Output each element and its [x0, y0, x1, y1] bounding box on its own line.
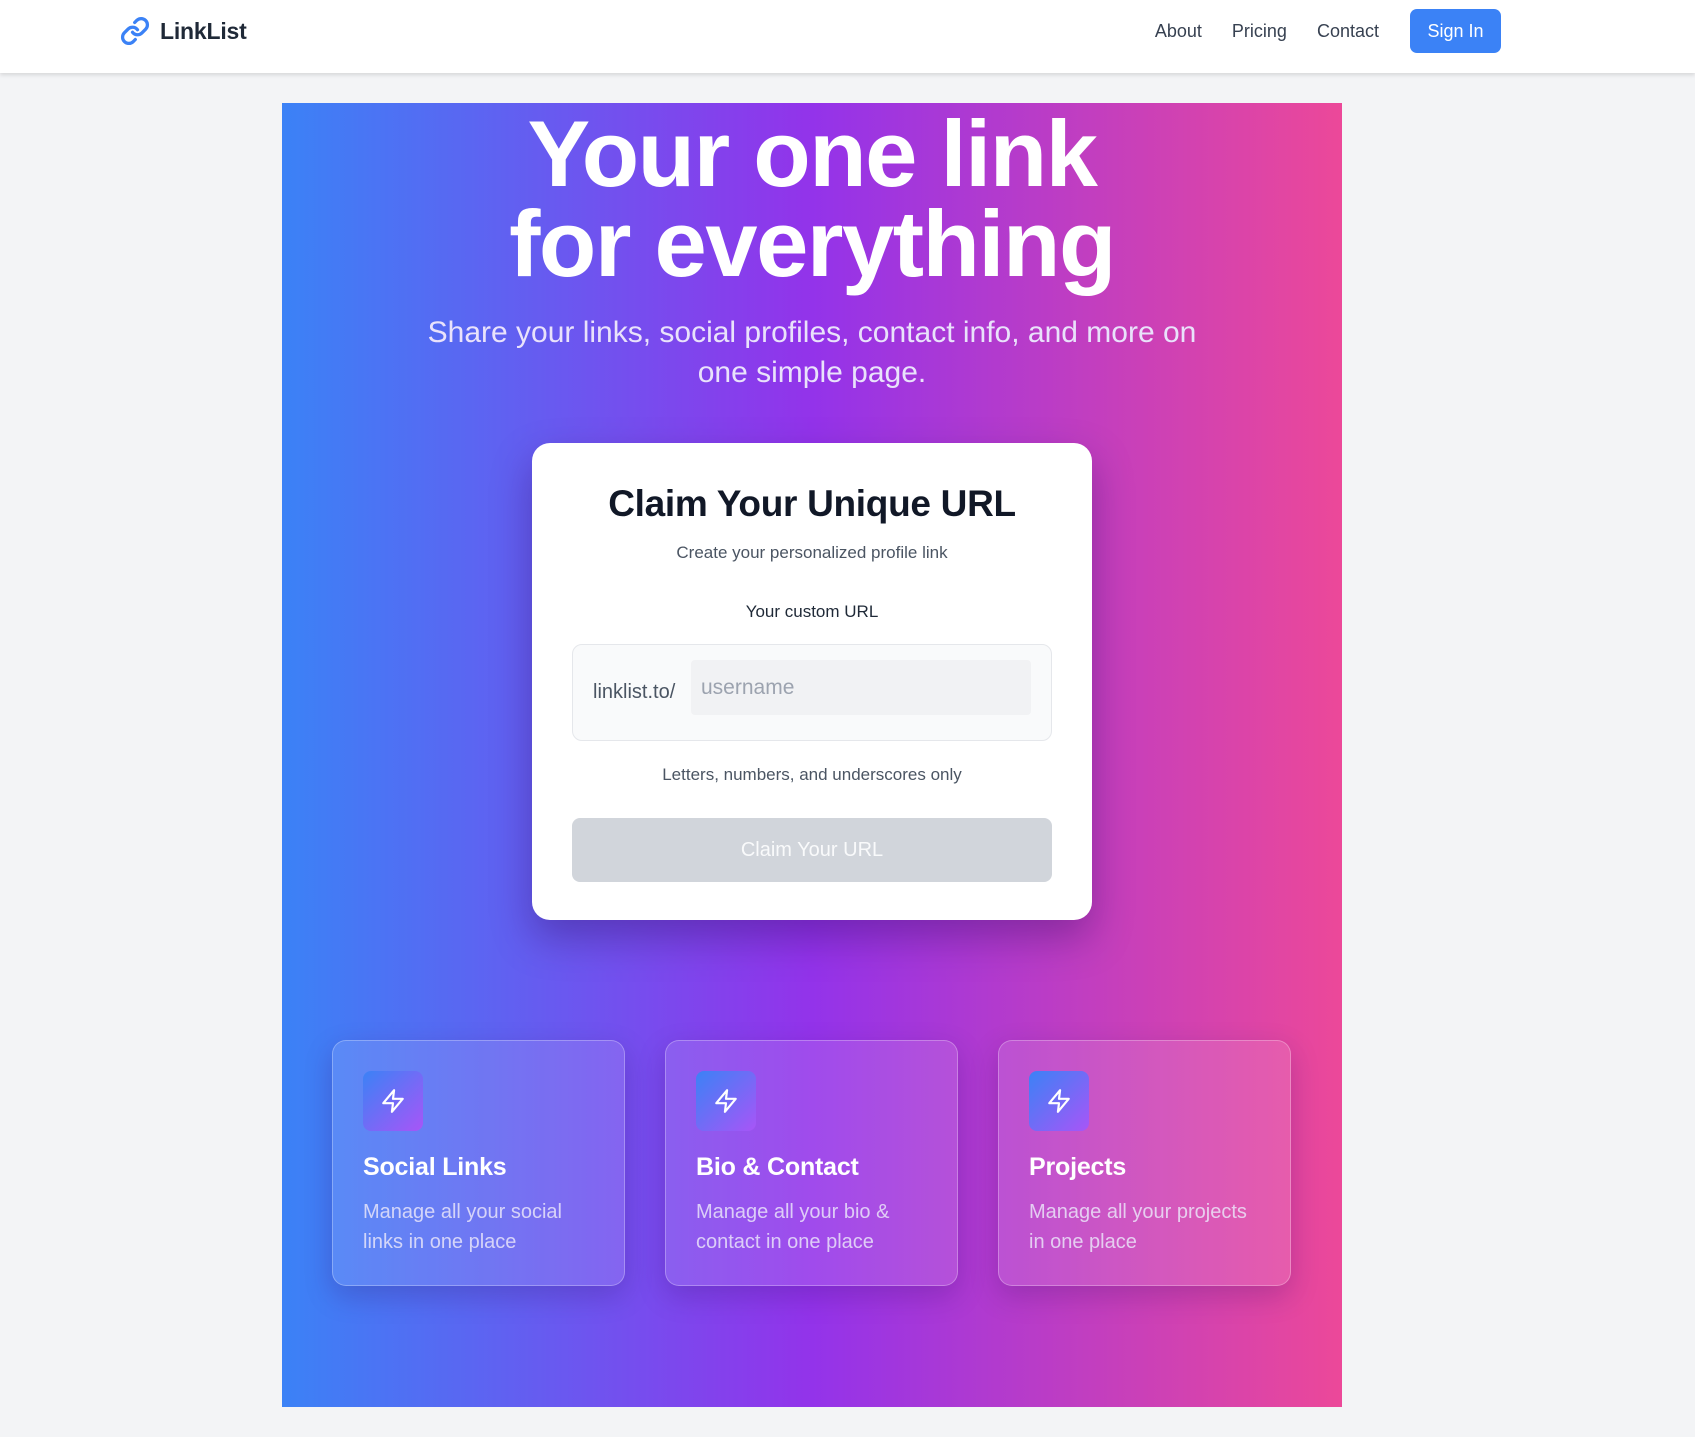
claim-url-button[interactable]: Claim Your URL [572, 818, 1052, 882]
feature-title: Projects [1029, 1153, 1127, 1181]
claim-card-title: Claim Your Unique URL [608, 483, 1016, 524]
feature-card-social-links: Social Links Manage all your social link… [332, 1040, 625, 1286]
feature-title: Social Links [363, 1153, 507, 1181]
navbar: LinkList About Pricing Contact Sign In [0, 0, 1695, 73]
feature-description: Manage all your bio & contact in one pla… [696, 1201, 890, 1253]
lightning-icon [696, 1071, 756, 1131]
url-prefix: linklist.to/ [593, 681, 676, 703]
lightning-icon [363, 1071, 423, 1131]
brand-name: LinkList [160, 17, 247, 44]
username-input[interactable] [691, 660, 1031, 715]
feature-card-bio-contact: Bio & Contact Manage all your bio & cont… [665, 1040, 958, 1286]
lightning-icon [1029, 1071, 1089, 1131]
url-input-group: linklist.to/ [572, 644, 1052, 741]
hero-subtitle: Share your links, social profiles, conta… [427, 316, 1197, 389]
nav-about-link[interactable]: About [1155, 21, 1202, 42]
feature-description: Manage all your projects in one place [1029, 1201, 1247, 1253]
hero-section: Your one link for everything Share your … [282, 103, 1342, 1407]
claim-card-subtitle: Create your personalized profile link [676, 543, 948, 562]
hero-title-line-2: for everything [509, 191, 1116, 296]
feature-title: Bio & Contact [696, 1153, 859, 1181]
feature-description: Manage all your social links in one plac… [363, 1201, 562, 1253]
username-hint: Letters, numbers, and underscores only [662, 765, 962, 784]
nav-links: About Pricing Contact Sign In [1155, 0, 1501, 62]
sign-in-button[interactable]: Sign In [1410, 9, 1501, 53]
hero-title: Your one link for everything [282, 107, 1342, 291]
link-icon [120, 16, 150, 46]
custom-url-label: Your custom URL [745, 602, 879, 621]
brand-logo[interactable]: LinkList [120, 14, 247, 48]
claim-url-card: Claim Your Unique URL Create your person… [532, 443, 1092, 920]
nav-pricing-link[interactable]: Pricing [1232, 21, 1287, 42]
feature-card-projects: Projects Manage all your projects in one… [998, 1040, 1291, 1286]
nav-contact-link[interactable]: Contact [1317, 21, 1379, 42]
